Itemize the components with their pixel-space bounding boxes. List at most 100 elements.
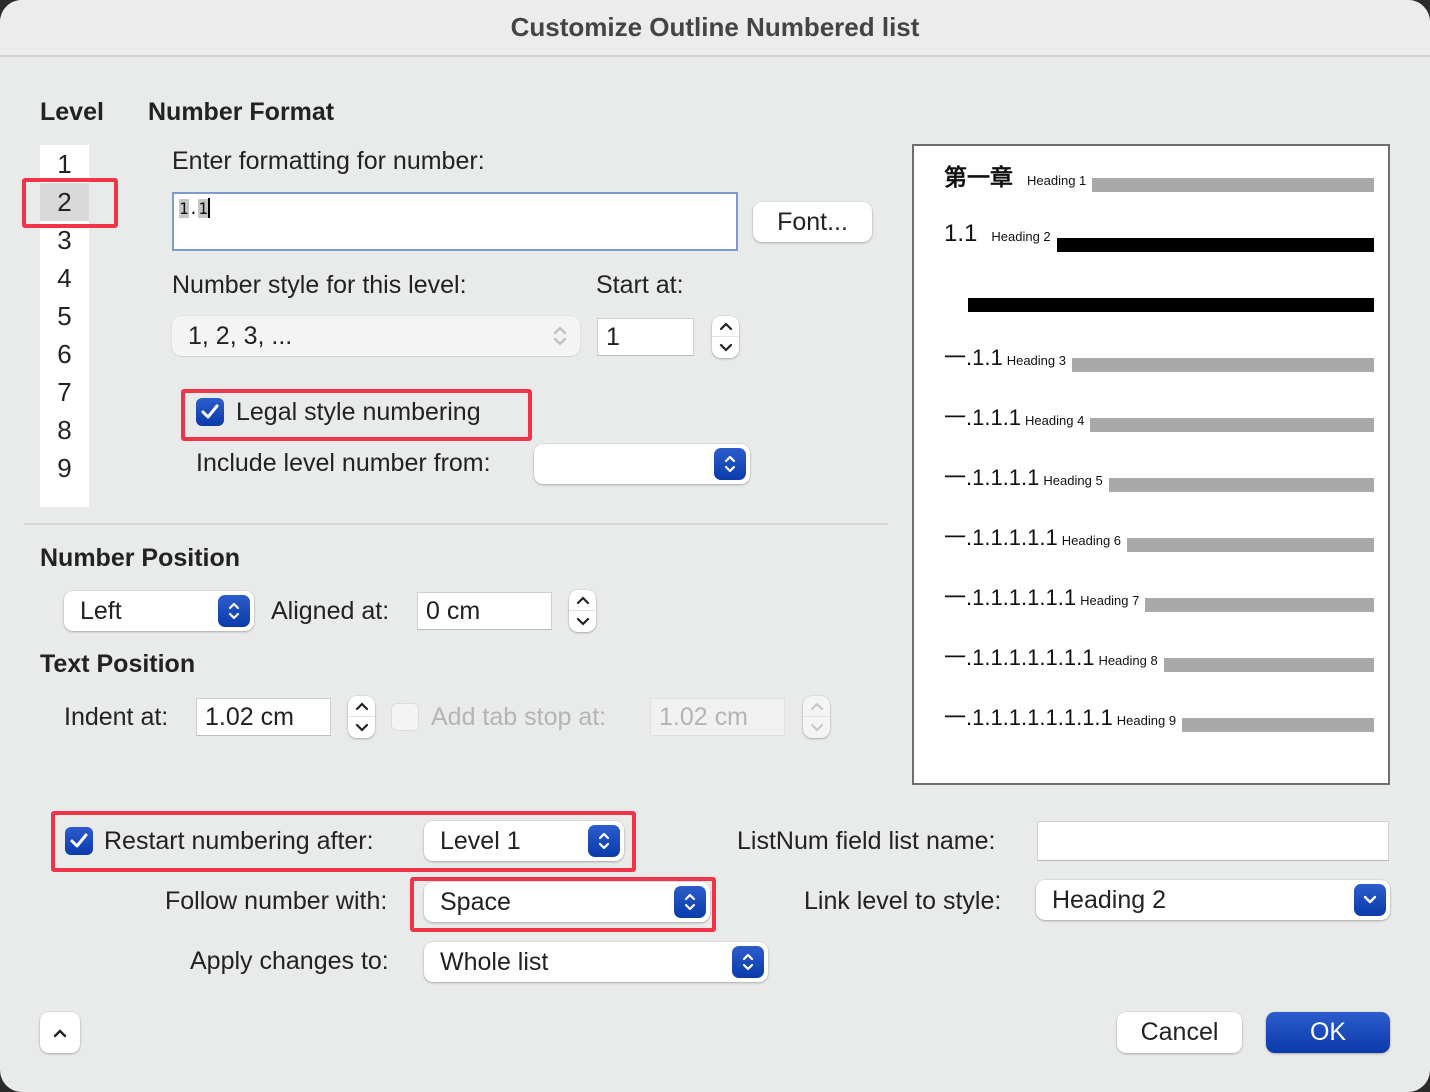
stepper-up-icon[interactable]	[569, 590, 596, 611]
preview-heading-label: Heading 2	[991, 229, 1051, 244]
preview-text-bar	[1163, 658, 1374, 672]
preview-row: 一.1.1 Heading 3	[944, 340, 1066, 372]
dialog-title: Customize Outline Numbered list	[510, 12, 920, 42]
level-item-7[interactable]: 7	[40, 373, 89, 411]
cancel-button[interactable]: Cancel	[1117, 1012, 1242, 1053]
level-item-9[interactable]: 9	[40, 449, 89, 487]
level-header: Level	[40, 98, 104, 126]
number-alignment-value: Left	[80, 596, 122, 625]
preview-heading-label: Heading 8	[1098, 653, 1158, 668]
preview-row: 一.1.1.1.1 Heading 5	[944, 460, 1103, 492]
preview-row: 一.1.1.1.1.1.1.1.1 Heading 9	[944, 700, 1176, 732]
indent-at-label: Indent at:	[64, 703, 169, 731]
start-at-stepper[interactable]	[712, 316, 739, 358]
font-button[interactable]: Font...	[753, 202, 872, 242]
preview-row: 一.1.1.1.1.1.1 Heading 7	[944, 580, 1139, 612]
preview-heading-label: Heading 4	[1025, 413, 1085, 428]
stepper-down-icon[interactable]	[348, 717, 375, 738]
preview-heading-label: Heading 7	[1080, 593, 1140, 608]
follow-number-label: Follow number with:	[165, 887, 388, 915]
preview-heading-label: Heading 1	[1027, 173, 1087, 188]
preview-heading-label: Heading 3	[1006, 353, 1066, 368]
aligned-at-label: Aligned at:	[271, 597, 390, 625]
highlight-box-follow	[410, 877, 716, 932]
preview-text-bar	[1182, 718, 1374, 732]
level-item-4[interactable]: 4	[40, 259, 89, 297]
preview-text-bar	[1127, 538, 1374, 552]
highlight-box-legal	[181, 389, 532, 441]
number-format-header: Number Format	[148, 98, 335, 126]
tab-stop-input[interactable]: 1.02 cm	[650, 698, 785, 736]
listnum-input[interactable]	[1037, 821, 1389, 861]
section-divider	[24, 523, 888, 525]
number-style-label: Number style for this level:	[172, 271, 467, 299]
format-value-part: 1	[198, 199, 208, 218]
number-style-value: 1, 2, 3, ...	[188, 321, 293, 350]
apply-changes-label: Apply changes to:	[190, 947, 389, 975]
add-tab-stop-checkbox[interactable]	[391, 703, 419, 731]
preview-number: 一.1.1.1.1.1.1.1	[944, 645, 1095, 670]
preview-pane: 第一章 Heading 1 1.1 Heading 2 一.1.1 Heading 3 一.…	[912, 144, 1390, 785]
indent-at-input[interactable]: 1.02 cm	[196, 698, 331, 736]
preview-number: 第一章	[944, 164, 1013, 190]
stepper-up-icon[interactable]	[803, 696, 830, 717]
stepper-down-icon[interactable]	[803, 717, 830, 738]
tab-stop-stepper[interactable]	[803, 696, 830, 738]
preview-number: 一.1.1.1.1.1.1.1.1	[944, 705, 1113, 730]
format-value-part: 1	[179, 199, 189, 218]
format-input[interactable]: 1.1	[172, 192, 738, 251]
number-style-select[interactable]: 1, 2, 3, ...	[172, 316, 580, 356]
preview-text-bar	[1092, 178, 1374, 192]
preview-text-bar	[1108, 478, 1374, 492]
customize-outline-dialog: Customize Outline Numbered list Level Nu…	[0, 0, 1430, 1092]
format-value: 1.1	[179, 198, 210, 218]
text-position-header: Text Position	[40, 650, 196, 678]
preview-number: 一.1.1.1.1	[944, 465, 1040, 490]
updown-chevron-icon	[218, 595, 250, 627]
text-caret	[207, 198, 210, 218]
stepper-down-icon[interactable]	[712, 337, 739, 358]
aligned-at-stepper[interactable]	[569, 590, 596, 632]
number-alignment-select[interactable]: Left	[64, 591, 254, 631]
updown-chevron-icon	[732, 946, 764, 978]
preview-text-bar	[1145, 598, 1374, 612]
start-at-input[interactable]: 1	[597, 318, 694, 356]
collapse-button[interactable]	[40, 1012, 80, 1053]
number-position-header: Number Position	[40, 544, 241, 572]
format-label: Enter formatting for number:	[172, 147, 485, 175]
ok-button[interactable]: OK	[1266, 1012, 1390, 1053]
apply-changes-value: Whole list	[440, 947, 549, 976]
preview-row: 1.1 Heading 2	[944, 220, 1051, 248]
include-level-select[interactable]	[534, 444, 750, 484]
preview-row: 一.1.1.1 Heading 4	[944, 400, 1084, 432]
preview-heading-label: Heading 9	[1116, 713, 1177, 728]
preview-row: 第一章 Heading 1	[944, 158, 1086, 192]
aligned-at-input[interactable]: 0 cm	[417, 592, 552, 630]
add-tab-stop-label: Add tab stop at:	[431, 703, 607, 731]
preview-text-bar-continuation	[968, 298, 1374, 312]
preview-text-bar	[1056, 238, 1374, 252]
preview-number: 一.1.1.1	[944, 405, 1022, 430]
format-value-separator: .	[188, 199, 199, 218]
preview-number: 一.1.1	[944, 345, 1003, 370]
level-item-5[interactable]: 5	[40, 297, 89, 335]
title-bar: Customize Outline Numbered list	[0, 0, 1430, 57]
chevron-up-icon	[53, 1028, 67, 1037]
apply-changes-select[interactable]: Whole list	[424, 942, 768, 982]
include-level-label: Include level number from:	[196, 449, 491, 477]
preview-number: 一.1.1.1.1.1	[944, 525, 1058, 550]
preview-text-bar	[1071, 358, 1374, 372]
listnum-label: ListNum field list name:	[737, 827, 996, 855]
link-level-select[interactable]: Heading 2	[1036, 880, 1390, 920]
preview-row: 一.1.1.1.1.1 Heading 6	[944, 520, 1121, 552]
level-item-6[interactable]: 6	[40, 335, 89, 373]
indent-at-stepper[interactable]	[348, 696, 375, 738]
preview-heading-label: Heading 5	[1043, 473, 1103, 488]
start-at-label: Start at:	[596, 271, 684, 299]
stepper-down-icon[interactable]	[569, 611, 596, 632]
updown-chevron-icon	[544, 320, 576, 352]
stepper-up-icon[interactable]	[348, 696, 375, 717]
preview-number: 一.1.1.1.1.1.1	[944, 585, 1077, 610]
level-item-8[interactable]: 8	[40, 411, 89, 449]
stepper-up-icon[interactable]	[712, 316, 739, 337]
